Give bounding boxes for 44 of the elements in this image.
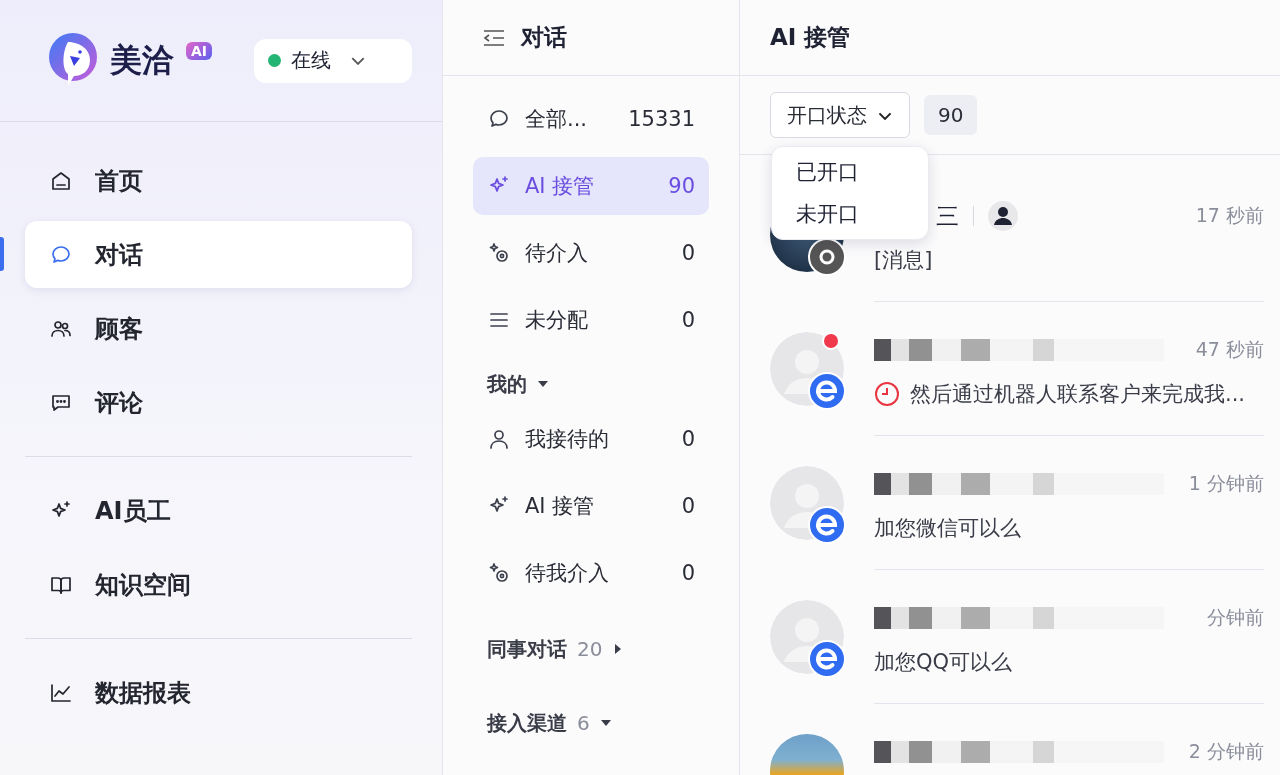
- nav-item[interactable]: AI员工: [25, 477, 412, 544]
- filter-item[interactable]: 待介入 0: [473, 224, 709, 282]
- message-time: 分钟前: [1207, 605, 1264, 630]
- message-preview: 然后通过机器人联系客户来完成我...: [910, 381, 1246, 408]
- chevron-down-icon: [877, 110, 893, 120]
- channel-badge-icon: [808, 506, 846, 544]
- target-icon: [487, 561, 511, 585]
- filter-item[interactable]: 我接待的 0: [473, 410, 709, 468]
- panel-title: 对话: [521, 23, 567, 52]
- count-badge: 90: [924, 95, 978, 135]
- message-preview: 加您QQ可以么: [874, 649, 1013, 676]
- panel-title: AI 接管: [770, 23, 851, 52]
- filter-item[interactable]: AI 接管 90: [473, 157, 709, 215]
- section-header[interactable]: 接入渠道 6: [473, 697, 709, 749]
- person-icon: [487, 427, 511, 451]
- message-time: 2 分钟前: [1188, 739, 1264, 764]
- nav-item[interactable]: 顾客: [25, 295, 412, 362]
- ai-badge: AI: [186, 41, 213, 60]
- message-preview: 加您微信可以么: [874, 515, 1021, 542]
- menu-option[interactable]: 未开口: [772, 193, 928, 235]
- filter-item[interactable]: 未分配 0: [473, 291, 709, 349]
- message-time: 17 秒前: [1195, 203, 1264, 228]
- contact-name: 三: [936, 201, 959, 231]
- filter-dropdown[interactable]: 开口状态: [770, 92, 910, 138]
- active-indicator: [0, 237, 4, 271]
- nav-item[interactable]: 数据报表: [25, 659, 412, 726]
- nav-item[interactable]: 评论: [25, 369, 412, 436]
- channel-badge-icon: [808, 372, 846, 410]
- message-preview: [消息]: [874, 247, 933, 274]
- message-time: 47 秒前: [1195, 337, 1264, 362]
- nav-item[interactable]: 知识空间: [25, 551, 412, 618]
- menu-option[interactable]: 已开口: [772, 151, 928, 193]
- chevron-down-icon: [351, 56, 365, 65]
- nav-item[interactable]: 首页: [25, 147, 412, 214]
- section-header[interactable]: 同事对话 20: [473, 623, 709, 675]
- channel-badge-icon: [808, 640, 846, 678]
- filter-item[interactable]: AI 接管 0: [473, 477, 709, 535]
- target-icon: [487, 241, 511, 265]
- filter-item[interactable]: 待我介入 0: [473, 544, 709, 602]
- filter-item[interactable]: 全部... 15331: [473, 90, 709, 148]
- message-time: 1 分钟前: [1188, 471, 1264, 496]
- status-dropdown[interactable]: 在线: [254, 38, 412, 83]
- section-header[interactable]: 我的: [473, 358, 709, 410]
- brand-name: 美洽: [110, 39, 174, 81]
